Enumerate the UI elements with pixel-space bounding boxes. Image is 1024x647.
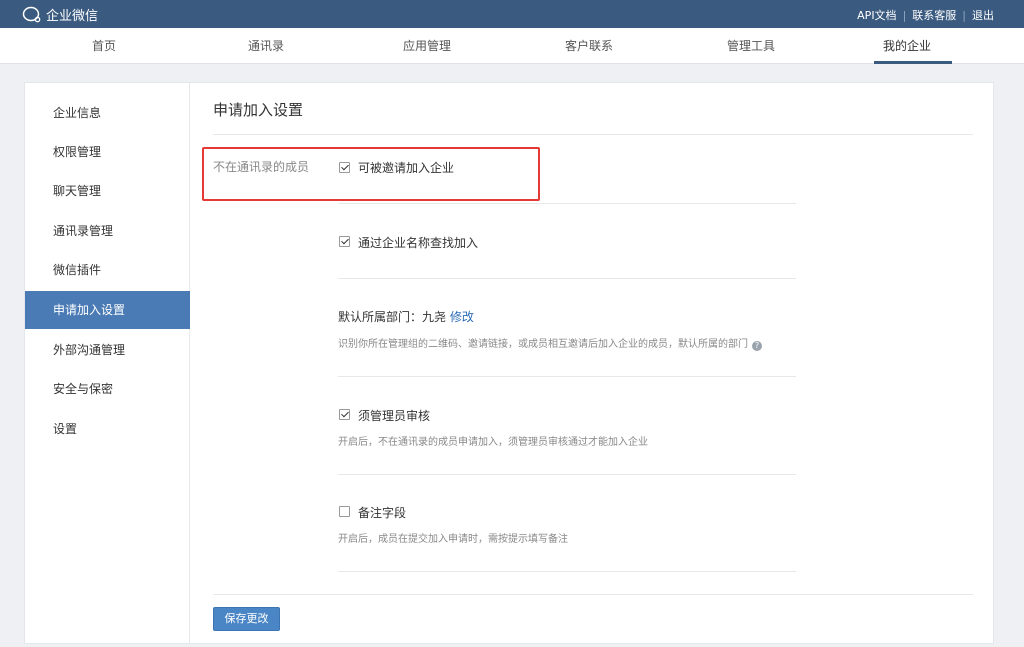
nav-customers[interactable]: 客户联系 (534, 28, 644, 64)
sidebar-item-wechat-plugin[interactable]: 微信插件 (25, 251, 190, 289)
nav-tools[interactable]: 管理工具 (696, 28, 806, 64)
wecom-logo-icon (22, 6, 42, 23)
admin-review-label: 须管理员审核 (358, 409, 431, 423)
sidebar: 企业信息 权限管理 聊天管理 通讯录管理 微信插件 申请加入设置 外部沟通管理 … (25, 83, 190, 643)
divider (338, 278, 796, 279)
default-dept-desc: 识别你所在管理组的二维码、邀请链接，或成员相互邀请后加入企业的成员，默认所属的部… (338, 335, 762, 351)
default-dept: 默认所属部门：九尧 修改 (338, 308, 474, 325)
sidebar-item-chat[interactable]: 聊天管理 (25, 172, 190, 210)
sidebar-item-security[interactable]: 安全与保密 (25, 370, 190, 408)
sidebar-item-join-settings[interactable]: 申请加入设置 (25, 291, 190, 329)
divider (338, 203, 796, 204)
logo[interactable]: 企业微信 (22, 5, 99, 24)
nav-my-company[interactable]: 我的企业 (852, 28, 962, 64)
logo-text: 企业微信 (46, 8, 99, 24)
nav-apps[interactable]: 应用管理 (372, 28, 482, 64)
api-docs-link[interactable]: API文档 (857, 7, 896, 23)
top-bar: 企业微信 API文档 | 联系客服 | 退出 (0, 0, 1024, 28)
divider (213, 594, 973, 595)
divider (338, 571, 796, 572)
remark-label: 备注字段 (358, 506, 407, 520)
divider (338, 376, 796, 377)
divider (338, 474, 796, 475)
support-link[interactable]: 联系客服 (912, 7, 956, 23)
highlight-box (202, 147, 540, 201)
edit-dept-link[interactable]: 修改 (450, 310, 474, 324)
remark-checkbox[interactable] (339, 506, 350, 517)
separator: | (902, 8, 907, 22)
sidebar-item-external[interactable]: 外部沟通管理 (25, 331, 190, 369)
page-title: 申请加入设置 (213, 101, 304, 119)
sidebar-item-contacts-mgmt[interactable]: 通讯录管理 (25, 212, 190, 250)
help-icon[interactable]: ? (752, 341, 762, 351)
admin-review-checkbox[interactable] (339, 409, 350, 420)
divider (213, 134, 973, 135)
separator: | (962, 8, 966, 22)
top-links: API文档 | 联系客服 | 退出 (857, 7, 994, 23)
default-dept-label: 默认所属部门：九尧 (338, 310, 447, 324)
sidebar-item-permissions[interactable]: 权限管理 (25, 133, 190, 171)
sidebar-item-settings[interactable]: 设置 (25, 410, 190, 448)
search-name-checkbox[interactable] (339, 236, 350, 247)
remark-desc: 开启后，成员在提交加入申请时，需按提示填写备注 (338, 534, 568, 545)
nav-home[interactable]: 首页 (49, 28, 159, 64)
save-button[interactable]: 保存更改 (213, 607, 280, 631)
search-name-label: 通过企业名称查找加入 (358, 236, 479, 250)
main-nav: 首页 通讯录 应用管理 客户联系 管理工具 我的企业 (0, 28, 1024, 64)
logout-link[interactable]: 退出 (972, 7, 994, 23)
sidebar-item-company-info[interactable]: 企业信息 (25, 94, 190, 132)
default-dept-desc-text: 识别你所在管理组的二维码、邀请链接，或成员相互邀请后加入企业的成员，默认所属的部… (338, 339, 748, 350)
nav-contacts[interactable]: 通讯录 (211, 28, 321, 64)
admin-review-desc: 开启后，不在通讯录的成员申请加入，须管理员审核通过才能加入企业 (338, 437, 648, 448)
